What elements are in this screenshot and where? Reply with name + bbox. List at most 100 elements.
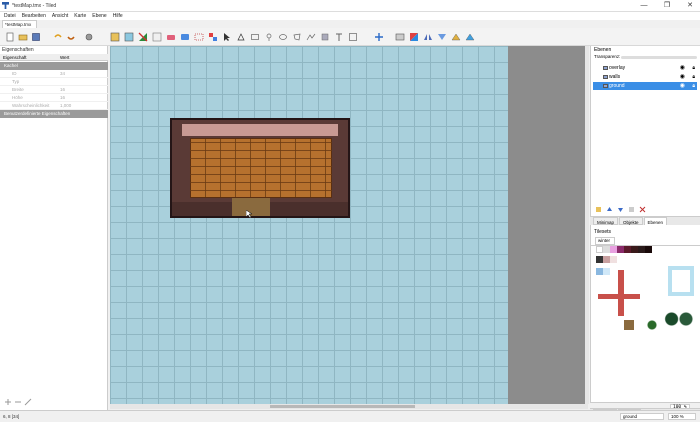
new-file-icon[interactable]	[5, 32, 15, 42]
layer-name: walls	[609, 74, 621, 80]
layer-type-icon	[603, 75, 608, 79]
property-row[interactable]: Höhe 16	[0, 94, 108, 102]
remove-property-icon[interactable]	[14, 398, 22, 406]
gear-icon[interactable]	[84, 32, 94, 42]
tab-ebenen[interactable]: Ebenen	[643, 217, 668, 225]
lock-icon[interactable]: 🔒︎	[692, 73, 695, 81]
insert-rectangle-icon[interactable]	[250, 32, 260, 42]
raise-layer-icon[interactable]	[606, 206, 613, 213]
horizontal-scrollbar-thumb[interactable]	[270, 405, 415, 408]
shape-fill-icon[interactable]	[152, 32, 162, 42]
menu-hilfe[interactable]: Hilfe	[113, 13, 123, 19]
lock-icon[interactable]: 🔒︎	[692, 82, 695, 90]
save-icon[interactable]	[31, 32, 41, 42]
tileset-view[interactable]	[596, 246, 696, 410]
random-mode-icon[interactable]	[395, 32, 405, 42]
rename-property-icon[interactable]	[24, 398, 32, 406]
stamp-brush-icon[interactable]	[110, 32, 120, 42]
menu-ansicht[interactable]: Ansicht	[52, 13, 68, 19]
section-kachel[interactable]: Kachel	[0, 62, 108, 70]
layers-title: Ebenen	[594, 47, 612, 53]
menu-bar: Datei Bearbeiten Ansicht Karte Ebene Hil…	[0, 12, 700, 20]
redo-icon[interactable]	[66, 32, 76, 42]
tab-minimap[interactable]: Minimap	[593, 217, 619, 225]
insert-polyline-icon[interactable]	[306, 32, 316, 42]
signpost-tile	[624, 320, 634, 330]
eye-icon[interactable]: ◉	[680, 82, 685, 90]
title-bar: *testMap.tmx - Tiled — ❐ ✕	[0, 0, 700, 12]
ice-frame-tiles	[668, 266, 694, 296]
rect-select-icon[interactable]	[180, 32, 190, 42]
property-row[interactable]: ID 34	[0, 70, 108, 78]
tab-objekte[interactable]: Objekte	[619, 217, 643, 225]
select-objects-icon[interactable]	[222, 32, 232, 42]
lower-layer-icon[interactable]	[617, 206, 624, 213]
col-value: Wert	[60, 55, 70, 60]
property-row[interactable]: Typ	[0, 78, 108, 86]
flip-vertical-icon[interactable]	[437, 32, 447, 42]
tiled-logo-icon	[2, 2, 9, 9]
tilesets-title: Tilesets	[594, 229, 612, 235]
layer-ground[interactable]: ground ◉ 🔒︎	[593, 82, 697, 90]
rotate-right-icon[interactable]	[465, 32, 475, 42]
undo-icon[interactable]	[53, 32, 63, 42]
insert-ellipse-icon[interactable]	[278, 32, 288, 42]
duplicate-layer-icon[interactable]	[628, 206, 635, 213]
toolbar	[0, 28, 700, 46]
delete-layer-icon[interactable]	[639, 206, 646, 213]
close-window-button[interactable]: ✕	[682, 1, 698, 11]
select-same-tile-icon[interactable]	[208, 32, 218, 42]
window-title: *testMap.tmx - Tiled	[12, 3, 57, 9]
property-row[interactable]: Wahrscheinlichkeit 1,000	[0, 102, 108, 110]
vertical-scrollbar[interactable]	[585, 46, 589, 404]
canvas-outside-area	[508, 46, 588, 404]
magic-wand-icon[interactable]	[194, 32, 204, 42]
menu-ebene[interactable]: Ebene	[92, 13, 106, 19]
insert-template-icon[interactable]	[348, 32, 358, 42]
properties-title: Eigenschaften	[2, 47, 34, 53]
flip-horizontal-icon[interactable]	[423, 32, 433, 42]
eraser-icon[interactable]	[166, 32, 176, 42]
menu-karte[interactable]: Karte	[74, 13, 86, 19]
maximize-button[interactable]: ❐	[659, 1, 675, 11]
wang-fill-icon[interactable]	[409, 32, 419, 42]
add-property-icon[interactable]	[4, 398, 12, 406]
insert-text-icon[interactable]	[334, 32, 344, 42]
rotate-left-icon[interactable]	[451, 32, 461, 42]
menu-datei[interactable]: Datei	[4, 13, 16, 19]
open-folder-icon[interactable]	[18, 32, 28, 42]
eye-icon[interactable]: ◉	[680, 73, 685, 81]
eye-icon[interactable]: ◉	[680, 64, 685, 72]
col-name: Eigenschaft	[3, 55, 27, 60]
map-canvas[interactable]	[110, 46, 508, 404]
layer-type-icon	[603, 66, 608, 70]
insert-tile-icon[interactable]	[320, 32, 330, 42]
layers-panel: Ebenen Transparenz: overlay ◉ 🔒︎ walls ◉…	[590, 46, 700, 226]
section-custom-properties[interactable]: Benutzerdefinierte Eigenschaften	[0, 110, 108, 118]
tileset-palette-row	[596, 246, 652, 254]
insert-point-icon[interactable]	[264, 32, 274, 42]
property-row[interactable]: Breite 16	[0, 86, 108, 94]
mouse-cursor-icon	[246, 210, 252, 218]
menu-bearbeiten[interactable]: Bearbeiten	[22, 13, 46, 19]
pine-tree-tiles	[662, 308, 694, 330]
opacity-label: Transparenz:	[594, 54, 621, 59]
layer-actions	[595, 206, 695, 214]
bucket-fill-icon[interactable]	[138, 32, 148, 42]
opacity-slider[interactable]	[621, 56, 697, 59]
lock-icon[interactable]: 🔒︎	[692, 64, 695, 72]
edit-polygons-icon[interactable]	[236, 32, 246, 42]
move-icon[interactable]	[374, 32, 384, 42]
document-tab[interactable]: *testMap.tmx ×	[2, 20, 37, 32]
minimize-button[interactable]: —	[636, 1, 652, 11]
layer-walls[interactable]: walls ◉ 🔒︎	[593, 73, 697, 81]
terrain-brush-icon[interactable]	[124, 32, 134, 42]
wood-floor-seams	[190, 138, 332, 198]
layer-overlay[interactable]: overlay ◉ 🔒︎	[593, 64, 697, 72]
layer-combobox[interactable]: ground	[620, 413, 664, 420]
wall-top-tiles	[182, 124, 338, 136]
insert-polygon-icon[interactable]	[292, 32, 302, 42]
zoom-combobox[interactable]: 100 %	[668, 413, 696, 420]
new-layer-icon[interactable]	[595, 206, 602, 213]
tileset-tab-winter[interactable]: winter	[595, 237, 615, 245]
